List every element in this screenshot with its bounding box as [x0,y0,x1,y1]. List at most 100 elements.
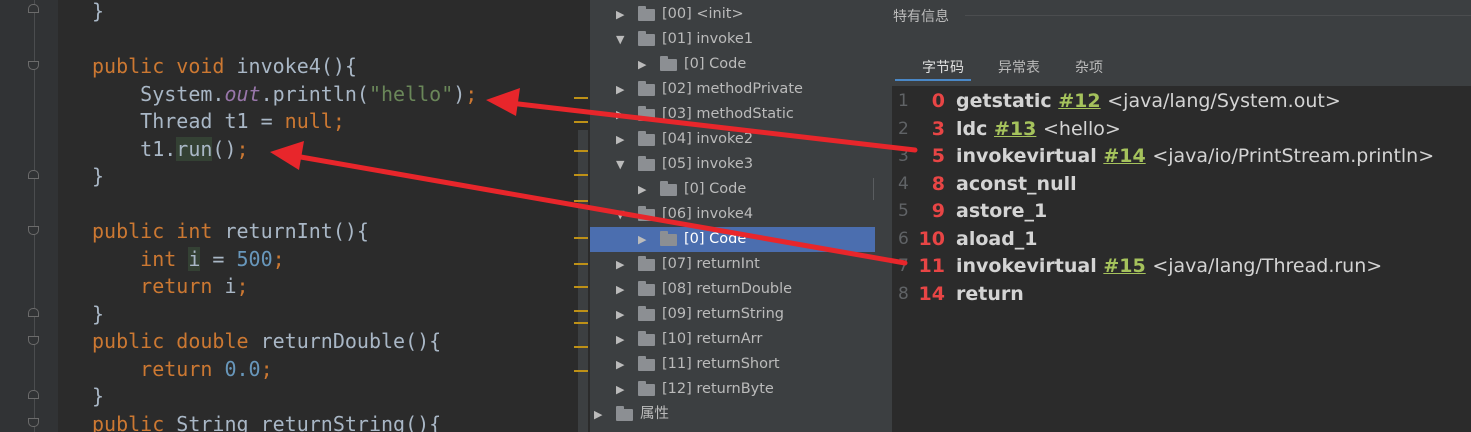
tab-bytecode[interactable]: 字节码 [922,57,964,77]
bytecode-row[interactable]: 1 0 getstatic #12 <java/lang/System.out> [892,88,1471,116]
method-tree[interactable]: ▶ [00] <init> ▼ [01] invoke1 ▶ [0] Code ▶ [02] … [590,0,875,432]
expand-right-icon[interactable]: ▶ [638,177,646,202]
opcode: invokevirtual [956,145,1097,167]
code-token: (){ [405,329,442,353]
constant-pool-link[interactable]: #14 [1103,145,1145,167]
expand-right-icon[interactable]: ▶ [594,402,602,427]
stripe-mark[interactable] [574,150,588,152]
code-line[interactable]: } [92,163,104,190]
bytecode-row[interactable]: 6 10 aload_1 [892,226,1471,254]
stripe-mark[interactable] [574,237,588,239]
bytecode-row[interactable]: 4 8 aconst_null [892,171,1471,199]
expand-right-icon[interactable]: ▶ [616,352,624,377]
tab-exception-table[interactable]: 异常表 [998,57,1040,77]
fold-open-icon[interactable] [28,61,39,70]
error-stripe [572,0,590,432]
code-line[interactable]: Thread t1 = null; [92,108,345,135]
tree-item[interactable]: ▶ [0] Code [590,177,875,202]
expand-right-icon[interactable]: ▶ [616,102,624,127]
tree-item[interactable]: ▶ [02] methodPrivate [590,77,875,102]
expand-right-icon[interactable]: ▶ [616,277,624,302]
bytecode-row[interactable]: 3 5 invokevirtual #14 <java/io/PrintStream… [892,143,1471,171]
code-line[interactable]: } [92,0,104,25]
expand-right-icon[interactable]: ▶ [638,52,646,77]
bytecode-row[interactable]: 8 14 return [892,281,1471,309]
code-line[interactable]: public double returnDouble(){ [92,328,441,355]
expand-right-icon[interactable]: ▶ [616,302,624,327]
folder-icon [660,56,677,71]
tree-item[interactable]: ▼ [06] invoke4 [590,202,875,227]
code-line[interactable]: int i = 500; [92,246,285,273]
expand-right-icon[interactable]: ▶ [616,127,624,152]
tree-item[interactable]: ▶ [0] Code [590,52,875,77]
tree-item[interactable]: ▶ [08] returnDouble [590,277,875,302]
fold-open-icon[interactable] [28,418,39,427]
constant-pool-link[interactable]: #12 [1058,90,1100,112]
expand-right-icon[interactable]: ▶ [616,2,624,27]
fold-close-icon[interactable] [28,390,39,399]
stripe-mark[interactable] [574,97,588,99]
bytecode-row[interactable]: 7 11 invokevirtual #15 <java/lang/Thread.r… [892,253,1471,281]
tree-item[interactable]: ▼ [01] invoke1 [590,27,875,52]
stripe-mark[interactable] [574,286,588,288]
instruction: invokevirtual #15 <java/lang/Thread.run> [956,253,1382,281]
active-tab-indicator [895,79,971,81]
fold-open-icon[interactable] [28,336,39,345]
tab-misc[interactable]: 杂项 [1075,57,1103,77]
stripe-mark[interactable] [574,200,588,202]
fold-close-icon[interactable] [28,170,39,179]
expand-right-icon[interactable]: ▶ [638,227,646,252]
bytecode-offset: 10 [918,227,945,250]
code-token: public [92,219,177,243]
expand-right-icon[interactable]: ▶ [616,377,624,402]
tree-item[interactable]: ▶ [0] Code [590,227,875,252]
code-editor[interactable]: } public void invoke4(){ System.out.print… [0,0,590,432]
stripe-mark[interactable] [574,322,588,324]
tree-item[interactable]: ▶ [07] returnInt [590,252,875,277]
stripe-mark[interactable] [574,346,588,348]
expand-right-icon[interactable]: ▶ [616,252,624,277]
code-line[interactable]: return 0.0; [92,356,272,383]
fold-open-icon[interactable] [28,226,39,235]
expand-right-icon[interactable]: ▶ [616,77,624,102]
tree-item[interactable]: ▶ [04] invoke2 [590,127,875,152]
tree-item[interactable]: ▶ [09] returnString [590,302,875,327]
bytecode-row[interactable]: 5 9 astore_1 [892,198,1471,226]
constant-pool-link[interactable]: #13 [994,118,1036,140]
code-line[interactable]: return i; [92,273,249,300]
bytecode-row[interactable]: 2 3 ldc #13 <hello> [892,116,1471,144]
tree-item[interactable]: ▶ 属性 [590,402,875,427]
code-line[interactable]: System.out.println("hello"); [92,81,477,108]
fold-close-icon[interactable] [28,308,39,317]
stripe-mark[interactable] [574,121,588,123]
code-line[interactable]: t1.run(); [92,136,249,163]
tree-item[interactable]: ▶ [10] returnArr [590,327,875,352]
tree-item[interactable]: ▶ [03] methodStatic [590,102,875,127]
expand-down-icon[interactable]: ▼ [616,27,624,52]
code-line[interactable]: public void invoke4(){ [92,53,357,80]
code-token: String [176,411,261,432]
expand-down-icon[interactable]: ▼ [616,202,624,227]
expand-down-icon[interactable]: ▼ [616,152,624,177]
fold-close-icon[interactable] [28,4,39,13]
code-line[interactable]: public int returnInt(){ [92,218,369,245]
code-line[interactable]: } [92,383,104,410]
stripe-mark[interactable] [574,174,588,176]
code-token: ; [236,274,249,298]
code-line[interactable]: public String returnString(){ [92,411,441,432]
tree-item[interactable]: ▼ [05] invoke3 [590,152,875,177]
folder-icon [638,131,655,146]
tree-item[interactable]: ▶ [00] <init> [590,2,875,27]
tree-item[interactable]: ▶ [12] returnByte [590,377,875,402]
stripe-mark[interactable] [574,370,588,372]
tree-item[interactable]: ▶ [11] returnShort [590,352,875,377]
stripe-mark[interactable] [574,310,588,312]
constant-pool-link[interactable]: #15 [1103,255,1145,277]
bytecode-view[interactable]: 1 0 getstatic #12 <java/lang/System.out> 2 3… [892,86,1471,432]
code-line[interactable]: } [92,301,104,328]
expand-right-icon[interactable]: ▶ [616,327,624,352]
stripe-mark[interactable] [574,263,588,265]
